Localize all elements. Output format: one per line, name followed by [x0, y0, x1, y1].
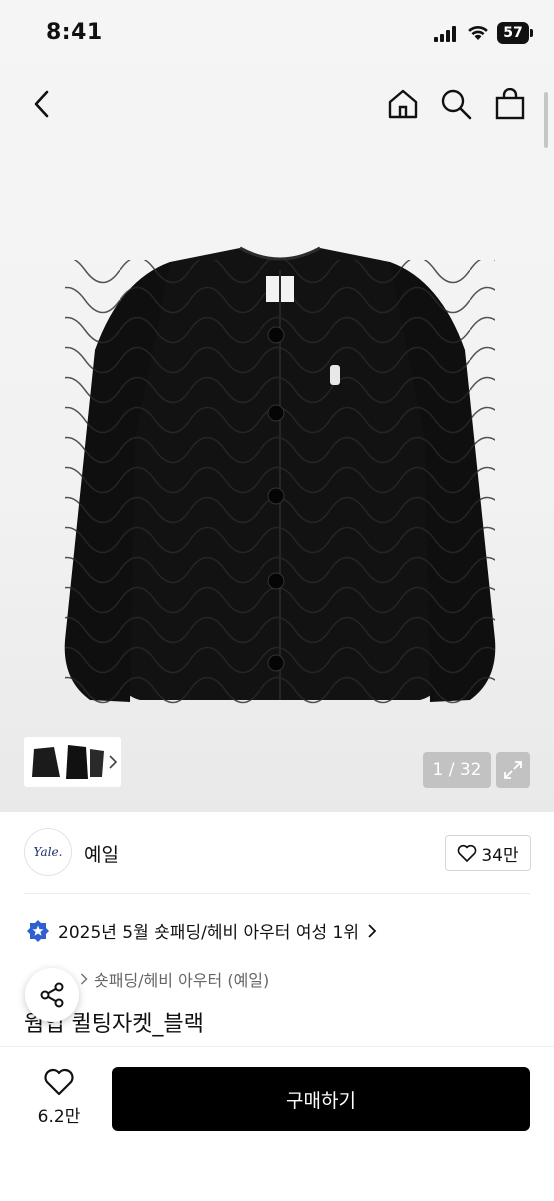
status-time: 8:41	[46, 20, 103, 45]
chevron-right-icon	[80, 973, 88, 985]
expand-button[interactable]	[496, 752, 530, 788]
brand-like-count: 34만	[481, 845, 519, 866]
back-icon	[34, 90, 49, 118]
search-icon	[441, 89, 472, 120]
thumbnail-strip[interactable]	[24, 737, 121, 787]
thumbnail-image[interactable]	[28, 741, 108, 783]
breadcrumb-category[interactable]: 숏패딩/헤비 아우터 (예일)	[94, 967, 269, 991]
home-button[interactable]	[385, 86, 421, 122]
divider	[24, 893, 530, 894]
home-icon	[388, 89, 418, 119]
buy-button[interactable]: 구매하기	[112, 1067, 530, 1131]
battery-indicator: 57	[497, 22, 529, 44]
share-icon	[40, 982, 64, 1008]
ranking-text: 2025년 5월 숏패딩/헤비 아우터 여성 1위	[58, 923, 359, 943]
wifi-icon	[468, 25, 488, 40]
shopping-bag-icon	[495, 88, 525, 120]
brand-logo-text: Yale.	[33, 845, 63, 859]
ranking-badge-icon	[27, 919, 49, 942]
ranking-link[interactable]: 2025년 5월 숏패딩/헤비 아우터 여성 1위	[26, 918, 377, 943]
wishlist-count: 6.2만	[37, 1107, 81, 1127]
status-bar: 8:41 57	[0, 0, 554, 64]
share-button[interactable]	[25, 968, 79, 1022]
battery-tip	[530, 29, 533, 37]
image-counter: 1 / 32	[423, 752, 491, 788]
scrollbar[interactable]	[544, 92, 548, 148]
brand-like-button[interactable]: 34만	[445, 835, 531, 871]
chevron-right-icon	[368, 923, 377, 938]
heart-icon	[44, 1068, 74, 1096]
cart-button[interactable]	[492, 86, 528, 122]
search-button[interactable]	[438, 86, 474, 122]
back-button[interactable]	[24, 86, 60, 122]
expand-icon	[504, 761, 522, 779]
product-image	[64, 246, 496, 705]
brand-logo[interactable]: Yale.	[24, 828, 72, 876]
cellular-signal-icon	[434, 26, 456, 42]
brand-name[interactable]: 예일	[84, 840, 119, 867]
heart-icon	[458, 844, 477, 862]
wishlist-button[interactable]: 6.2만	[24, 1068, 94, 1127]
chevron-right-icon	[109, 755, 118, 769]
